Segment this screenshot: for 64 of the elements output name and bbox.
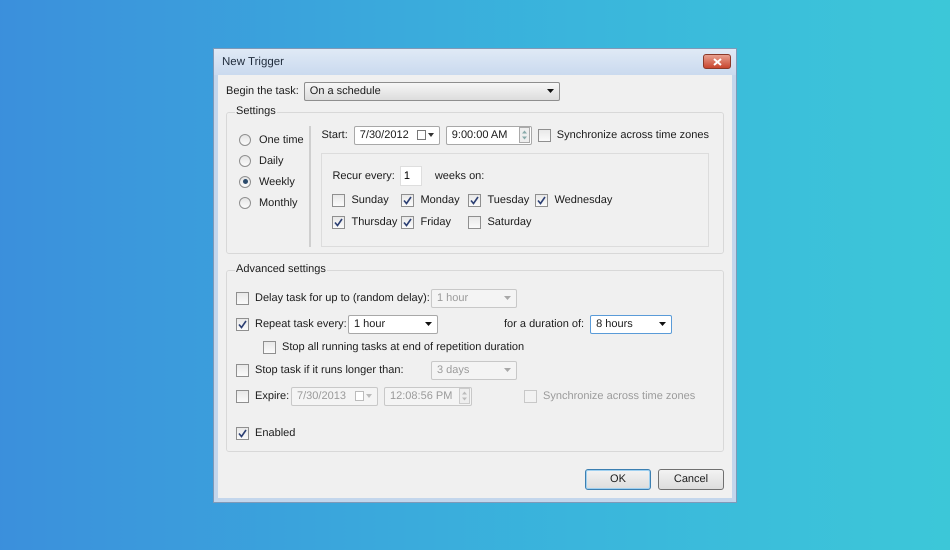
radio-label: Daily [259,154,284,166]
close-button[interactable] [703,54,731,69]
checkbox[interactable] [524,390,537,402]
checkbox-label: Delay task for up to (random delay): [255,292,430,304]
checkbox[interactable] [468,216,482,228]
checkbox[interactable] [401,194,414,206]
spin-arrows-icon[interactable] [518,127,530,143]
radio-button[interactable] [239,154,251,166]
checkbox[interactable] [236,426,249,440]
checkbox[interactable] [401,216,414,228]
field-label: for a duration of: [504,318,584,330]
checkbox-label: Wednesday [554,194,612,206]
checkbox-label: Synchronize across time zones [543,390,696,402]
field-label: Start: [321,129,348,141]
checkbox[interactable] [332,216,346,228]
begin-task-dropdown[interactable]: On a schedule [304,82,560,100]
checkbox[interactable] [538,128,551,142]
date-picker[interactable]: 7/30/2012 [354,126,440,144]
field-label: weeks on: [434,170,484,182]
checkbox[interactable] [535,194,548,206]
group-title: Settings [235,104,277,116]
time-field[interactable]: 9:00:00 AM [446,126,532,144]
checkbox-label: Friday [420,216,452,228]
checkbox-label: Stop task if it runs longer than: [255,364,404,376]
radio-button[interactable] [239,196,251,208]
checkbox[interactable] [332,194,346,206]
checkbox-label: Sunday [351,194,389,206]
close-icon [712,58,722,66]
spin-arrows-icon[interactable] [459,388,470,404]
checkbox[interactable] [236,364,249,376]
calendar-icon[interactable] [416,130,434,140]
radio-label: Weekly [259,176,295,188]
checkbox-label: Monday [420,194,460,206]
dialog-button[interactable]: Cancel [658,468,724,490]
dropdown-caret-icon [504,296,511,300]
dropdown-caret-icon [425,322,432,326]
recur-input[interactable]: 1 [400,166,422,186]
checkbox-label: Tuesday [487,194,530,206]
checkbox-label: Repeat task every: [255,318,347,330]
checkbox-label: Synchronize across time zones [556,129,709,141]
checkbox-label: Enabled [255,427,296,439]
checkbox[interactable] [236,318,249,330]
checkbox[interactable] [468,194,482,206]
radio-button[interactable] [239,176,251,188]
checkbox-label: Stop all running tasks at end of repetition duration [282,341,524,353]
dropdown-caret-icon [546,89,554,93]
field-label: Begin the task: [226,85,299,97]
group-title: Advanced settings [235,262,327,274]
dropdown[interactable]: 8 hours [590,314,672,334]
checkbox-label: Thursday [351,216,398,228]
dropdown-caret-icon [659,322,666,326]
window-title: New Trigger [222,56,284,68]
field-label: Recur every: [332,170,395,182]
radio-label: One time [259,134,304,146]
radio-button[interactable] [239,134,251,146]
dropdown-caret-icon [504,368,511,372]
dropdown[interactable]: 1 hour [348,314,438,334]
checkbox[interactable] [263,340,276,354]
checkbox-label: Expire: [255,390,290,402]
checkbox[interactable] [236,390,249,402]
dialog-button[interactable]: OK [585,468,651,490]
checkbox-label: Saturday [487,216,532,228]
checkbox[interactable] [236,292,249,304]
radio-label: Monthly [259,196,298,208]
